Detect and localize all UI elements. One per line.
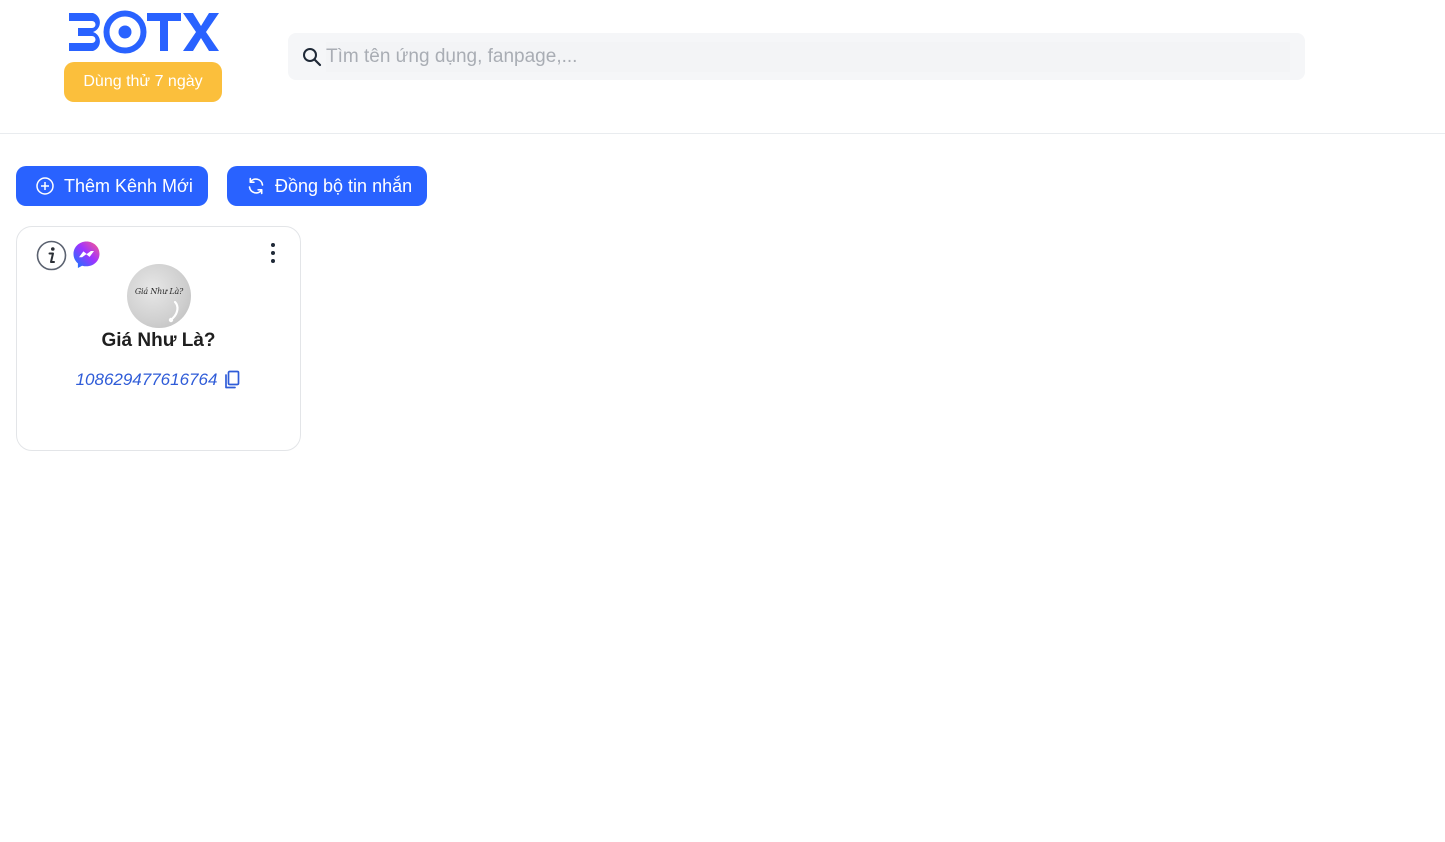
botx-logo[interactable] [66,10,220,54]
header: Dùng thử 7 ngày [0,0,1445,134]
avatar-decoration [168,300,179,323]
avatar: Giá Như Là? [127,264,191,328]
more-vertical-icon[interactable] [266,241,280,267]
logo-icon [69,10,219,54]
channel-card[interactable]: Giá Như Là? Giá Như Là? 108629477616764 [16,226,301,451]
plus-circle-icon [35,176,55,196]
info-icon[interactable] [36,240,67,271]
refresh-icon [246,176,266,196]
trial-button[interactable]: Dùng thử 7 ngày [64,62,222,102]
copy-icon[interactable] [223,370,241,390]
channel-name: Giá Như Là? [101,330,216,351]
search-bar[interactable] [288,33,1305,80]
add-channel-label: Thêm Kênh Mới [64,175,193,196]
channel-id-row: 108629477616764 [17,370,300,390]
sync-messages-label: Đồng bộ tin nhắn [275,175,413,196]
messenger-icon [72,240,101,269]
channel-id[interactable]: 108629477616764 [76,370,218,390]
search-icon [302,47,322,67]
search-input[interactable] [326,42,1290,72]
add-channel-button[interactable]: Thêm Kênh Mới [16,166,208,206]
sync-messages-button[interactable]: Đồng bộ tin nhắn [227,166,427,206]
